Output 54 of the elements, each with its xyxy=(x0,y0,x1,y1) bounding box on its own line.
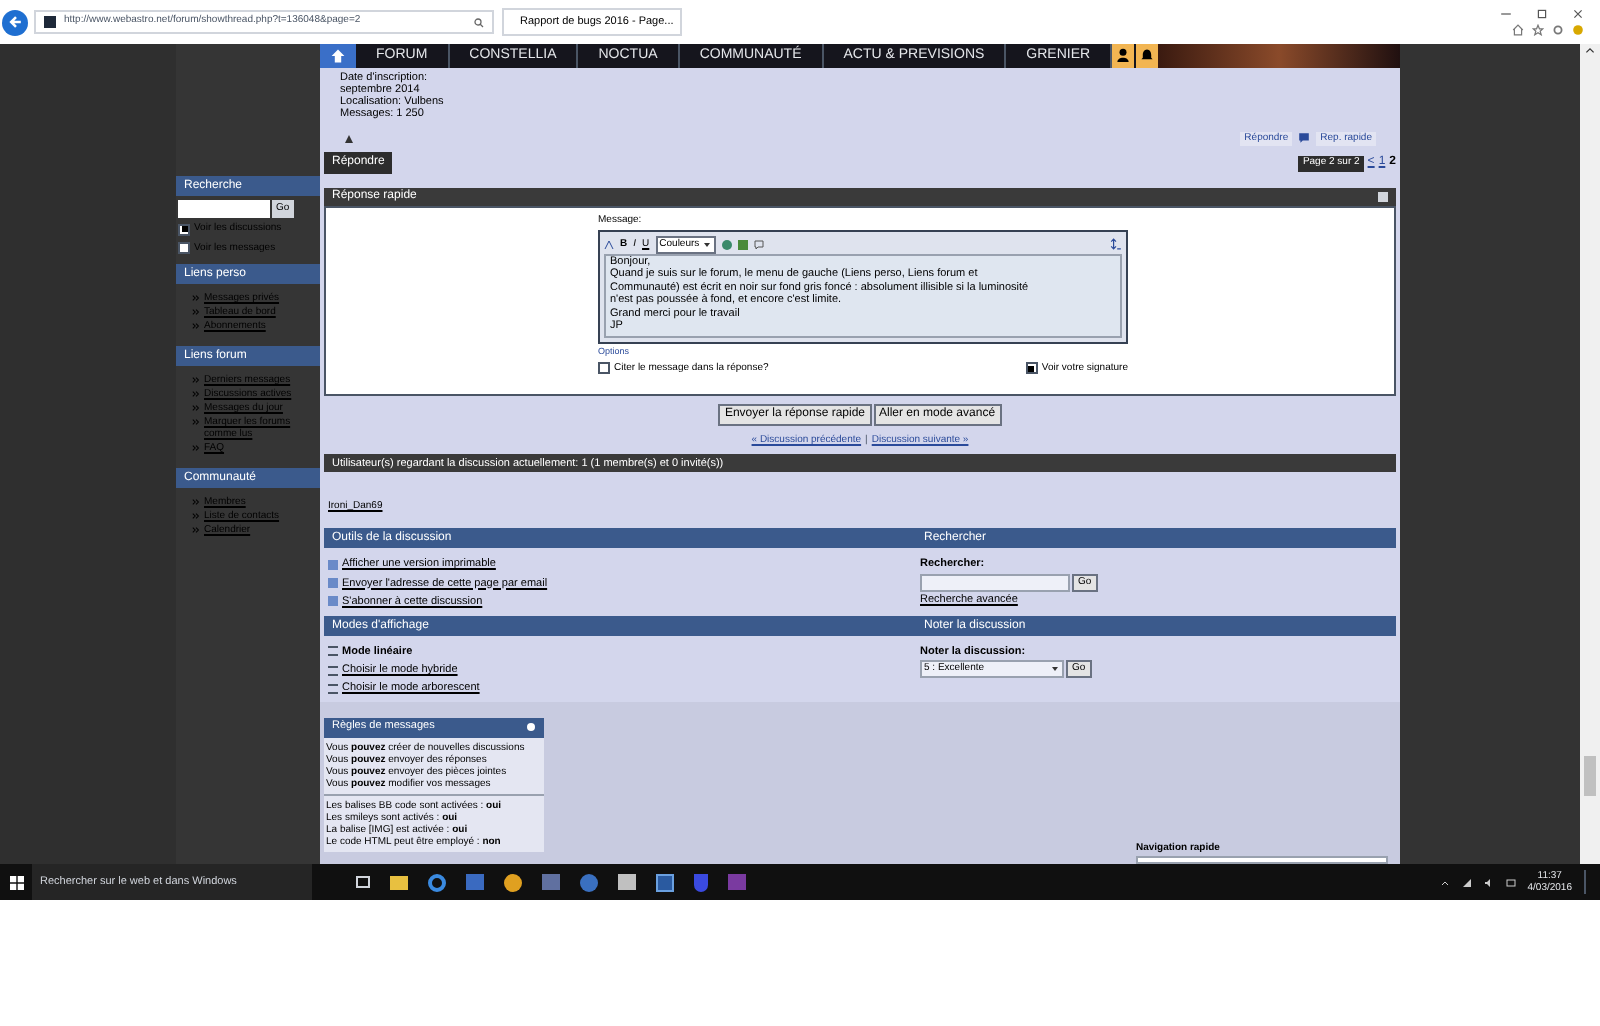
scroll-up-icon[interactable] xyxy=(1584,44,1596,56)
app-icon[interactable] xyxy=(656,873,674,891)
bell-icon xyxy=(1140,48,1155,63)
globe-icon[interactable] xyxy=(721,239,732,250)
checkbox[interactable] xyxy=(178,223,190,236)
message-icon[interactable] xyxy=(1505,877,1516,887)
search-field[interactable] xyxy=(920,573,1070,591)
resize-icon[interactable] xyxy=(1110,238,1122,251)
user-icon xyxy=(1116,48,1131,63)
arrow-icon xyxy=(192,404,200,412)
scroll-thumb[interactable] xyxy=(1584,756,1596,796)
app-icon[interactable] xyxy=(504,873,522,891)
shield-icon[interactable] xyxy=(694,873,708,891)
scrollbar[interactable] xyxy=(1580,44,1600,864)
arrow-icon xyxy=(192,418,200,426)
minimize-icon[interactable] xyxy=(1500,8,1512,20)
folder-icon[interactable] xyxy=(390,875,408,889)
windows-icon[interactable] xyxy=(10,875,24,889)
search-field[interactable] xyxy=(178,200,270,218)
collapse-icon[interactable] xyxy=(526,722,536,732)
navigation-select[interactable] xyxy=(1136,856,1388,864)
close-icon[interactable] xyxy=(1572,8,1584,20)
home-button[interactable] xyxy=(320,44,356,68)
task-view-icon[interactable] xyxy=(356,876,370,888)
arrow-icon xyxy=(192,322,200,330)
search-icon[interactable] xyxy=(474,17,484,27)
arrow-icon xyxy=(192,498,200,506)
collapse-button[interactable] xyxy=(1378,192,1388,203)
notifications-button[interactable] xyxy=(1136,44,1159,68)
network-icon[interactable] xyxy=(1461,877,1472,887)
speech-bubble-icon[interactable] xyxy=(1298,131,1311,144)
checkbox[interactable] xyxy=(598,362,610,375)
arrow-icon xyxy=(192,444,200,452)
speaker-icon[interactable] xyxy=(1483,877,1494,887)
arrow-icon xyxy=(192,376,200,384)
arrow-icon xyxy=(192,526,200,534)
star-icon[interactable] xyxy=(1532,24,1544,36)
checkbox[interactable] xyxy=(178,242,190,255)
site-icon xyxy=(44,16,56,28)
arrow-icon xyxy=(192,294,200,302)
arrow-icon xyxy=(192,390,200,398)
caret-icon xyxy=(1050,664,1060,674)
user-button[interactable] xyxy=(1112,44,1135,68)
maximize-icon[interactable] xyxy=(1536,8,1548,20)
back-arrow-icon xyxy=(7,14,23,30)
checkbox[interactable] xyxy=(1025,362,1038,375)
speech-bubble-icon[interactable] xyxy=(753,239,764,250)
back-button[interactable] xyxy=(2,9,28,35)
warning-icon xyxy=(344,134,354,144)
image-icon[interactable] xyxy=(737,239,748,250)
globe-icon[interactable] xyxy=(580,873,598,891)
arrow-icon xyxy=(192,308,200,316)
browser-icon[interactable] xyxy=(428,873,446,891)
arrow-icon xyxy=(192,512,200,520)
